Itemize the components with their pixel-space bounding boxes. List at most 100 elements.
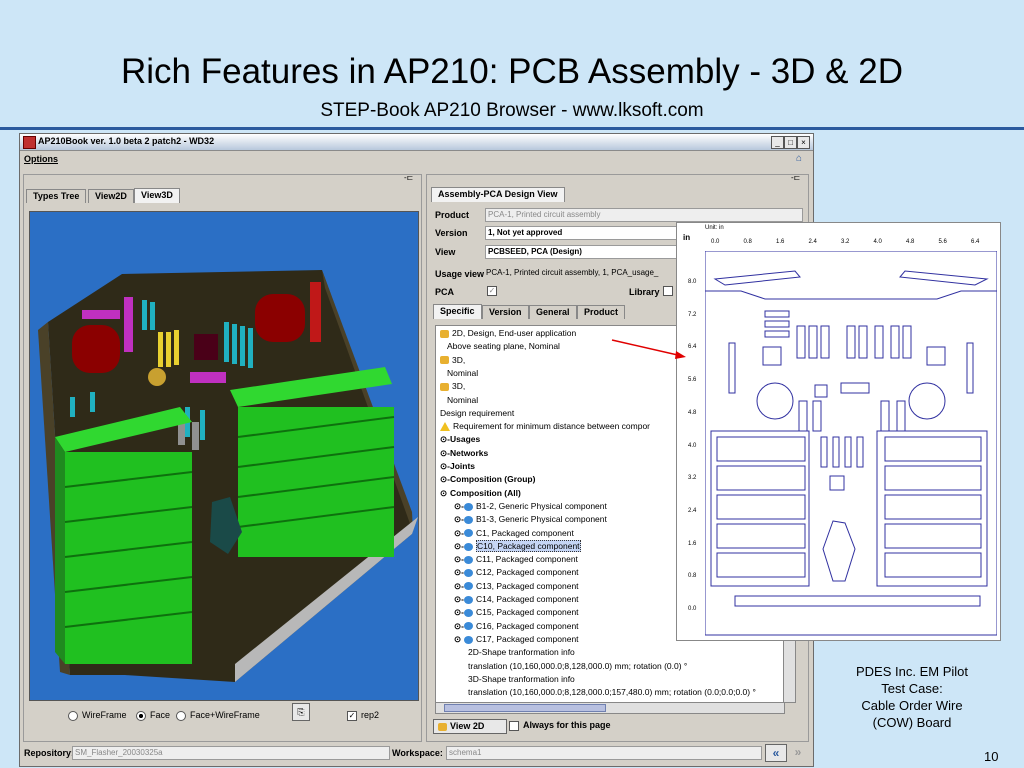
tree-node-label: Composition (All) — [450, 487, 521, 498]
expander-icon[interactable]: ⊙- — [454, 514, 464, 525]
tree-node[interactable]: ⊙- C16, Packaged component — [454, 621, 579, 632]
tab-view3d[interactable]: View3D — [134, 188, 180, 203]
tree-node-label: 3D, — [452, 381, 466, 392]
menu-options[interactable]: Options — [24, 154, 58, 164]
close-button[interactable]: × — [797, 136, 810, 149]
expander-icon[interactable]: ⊙- — [454, 621, 464, 632]
minimize-button[interactable]: _ — [771, 136, 784, 149]
copy-image-button[interactable]: ⎘ — [292, 703, 310, 721]
slide-caption: PDES Inc. EM Pilot Test Case: Cable Orde… — [820, 663, 1004, 731]
subtab-specific[interactable]: Specific — [433, 304, 482, 319]
tree-node[interactable]: 3D-Shape tranformation info — [468, 674, 575, 684]
tree-node[interactable]: Requirement for minimum distance between… — [440, 421, 650, 432]
subtab-general[interactable]: General — [529, 305, 577, 319]
tree-node-label: C10, Packaged component — [476, 539, 581, 552]
expander-icon[interactable]: ⊙- — [454, 607, 464, 618]
library-label: Library — [629, 287, 660, 297]
undock-icon[interactable]: -⊏ — [404, 173, 413, 182]
home-icon[interactable]: ⌂ — [796, 153, 802, 164]
expander-icon[interactable]: ⊙- — [454, 567, 464, 578]
expander-icon[interactable]: ⊙ — [440, 488, 448, 499]
back-arrow-icon[interactable]: « — [765, 744, 787, 762]
subtab-version[interactable]: Version — [482, 305, 529, 319]
face-radio[interactable]: Face — [136, 710, 170, 721]
tree-node[interactable]: 3D, — [440, 381, 465, 391]
expander-icon[interactable]: ⊙- — [454, 581, 464, 592]
tree-node[interactable]: Nominal — [447, 368, 478, 378]
tree-node[interactable]: ⊙-Composition (Group) — [440, 474, 535, 485]
maximize-button[interactable]: □ — [784, 136, 797, 149]
tree-node[interactable]: ⊙- B1-3, Generic Physical component — [454, 514, 607, 525]
app-icon — [23, 136, 36, 149]
pointer-arrow — [611, 339, 686, 359]
tree-node[interactable]: ⊙- C13, Packaged component — [454, 581, 579, 592]
undock-icon[interactable]: -⊏ — [791, 173, 800, 182]
expander-icon[interactable]: ⊙- — [440, 434, 450, 445]
tree-node-label: 2D, Design, End-user application — [452, 328, 577, 338]
tree-node[interactable]: 2D, Design, End-user application — [440, 328, 576, 338]
expander-icon[interactable]: ⊙- — [454, 528, 464, 539]
component-icon — [464, 555, 473, 564]
always-for-page-checkbox[interactable]: Always for this page — [509, 720, 611, 731]
subtab-product[interactable]: Product — [577, 305, 626, 319]
product-field[interactable]: PCA-1, Printed circuit assembly — [485, 208, 803, 222]
tree-node[interactable]: ⊙ Composition (All) — [440, 488, 521, 499]
x-tick-label: 4.8 — [906, 239, 915, 245]
forward-arrow-icon[interactable]: » — [788, 744, 808, 760]
face-wireframe-radio[interactable]: Face+WireFrame — [176, 710, 260, 721]
tree-node[interactable]: ⊙- C11, Packaged component — [454, 554, 578, 565]
tree-node[interactable]: ⊙- C12, Packaged component — [454, 567, 579, 578]
tab-view2d[interactable]: View2D — [88, 189, 134, 203]
repository-field[interactable]: SM_Flasher_20030325a — [72, 746, 390, 760]
tree-node[interactable]: ⊙- C10, Packaged component — [454, 539, 581, 552]
tree-node[interactable]: ⊙ C17, Packaged component — [454, 634, 579, 645]
tree-node[interactable]: ⊙-Networks — [440, 448, 488, 459]
tree-node[interactable]: 3D, — [440, 355, 465, 365]
wireframe-radio[interactable]: WireFrame — [68, 710, 127, 721]
library-checkbox[interactable] — [663, 285, 677, 296]
tree-node[interactable]: translation (10,160,000.0;8,128,000.0;15… — [468, 687, 756, 697]
tree-node[interactable]: ⊙- C14, Packaged component — [454, 594, 579, 605]
workspace-field[interactable]: schema1 — [446, 746, 762, 760]
tree-node-label: Composition (Group) — [450, 474, 536, 485]
tree-node[interactable]: ⊙-Joints — [440, 461, 475, 472]
slide-subtitle: STEP-Book AP210 Browser - www.lksoft.com — [320, 100, 704, 121]
tree-node[interactable]: Design requirement — [440, 408, 514, 418]
tree-node[interactable]: ⊙- C1, Packaged component — [454, 528, 574, 539]
tree-node[interactable]: 2D-Shape tranformation info — [468, 647, 575, 657]
expander-icon[interactable]: ⊙- — [454, 554, 464, 565]
3d-viewport[interactable] — [29, 211, 419, 701]
x-tick-label: 1.6 — [776, 239, 785, 245]
tree-node-label: Above seating plane, Nominal — [447, 341, 560, 352]
tree-node[interactable]: Above seating plane, Nominal — [447, 341, 560, 351]
rep2-checkbox[interactable]: ✓ rep2 — [347, 710, 379, 721]
tab-assembly-pca-design-view[interactable]: Assembly-PCA Design View — [431, 187, 565, 202]
x-tick-label: 5.6 — [938, 239, 947, 245]
pca-checkbox[interactable]: ✓ — [487, 285, 501, 296]
caption-line: (COW) Board — [872, 715, 952, 730]
tab-types-tree[interactable]: Types Tree — [26, 189, 87, 203]
tree-node-label: C16, Packaged component — [476, 620, 579, 631]
tree-node[interactable]: Nominal — [447, 395, 478, 405]
tree-node-label: C1, Packaged component — [476, 527, 574, 538]
expander-icon[interactable]: ⊙- — [440, 461, 450, 472]
expander-icon[interactable]: ⊙- — [440, 448, 450, 459]
component-icon — [464, 502, 473, 511]
menu-bar: Options — [20, 151, 813, 167]
expander-icon[interactable]: ⊙- — [454, 541, 464, 552]
scroll-thumb[interactable] — [444, 704, 606, 712]
tree-horizontal-scrollbar[interactable] — [435, 702, 785, 714]
tree-node[interactable]: translation (10,160,000.0;8,128,000.0) m… — [468, 661, 687, 671]
tree-node-label: C17, Packaged component — [476, 633, 579, 644]
tree-node[interactable]: ⊙- C15, Packaged component — [454, 607, 579, 618]
expander-icon[interactable]: ⊙- — [454, 501, 464, 512]
expander-icon[interactable]: ⊙ — [454, 634, 462, 645]
tree-node[interactable]: ⊙-Usages — [440, 434, 480, 445]
expander-icon[interactable]: ⊙- — [440, 474, 450, 485]
view-2d-button[interactable]: View 2D — [433, 719, 507, 734]
tree-node[interactable]: ⊙- B1-2, Generic Physical component — [454, 501, 607, 512]
expander-icon[interactable]: ⊙- — [454, 594, 464, 605]
y-tick-label: 8.0 — [688, 279, 697, 285]
board-outline — [705, 251, 997, 636]
window-titlebar[interactable]: AP210Book ver. 1.0 beta 2 patch2 - WD32 … — [20, 134, 813, 151]
